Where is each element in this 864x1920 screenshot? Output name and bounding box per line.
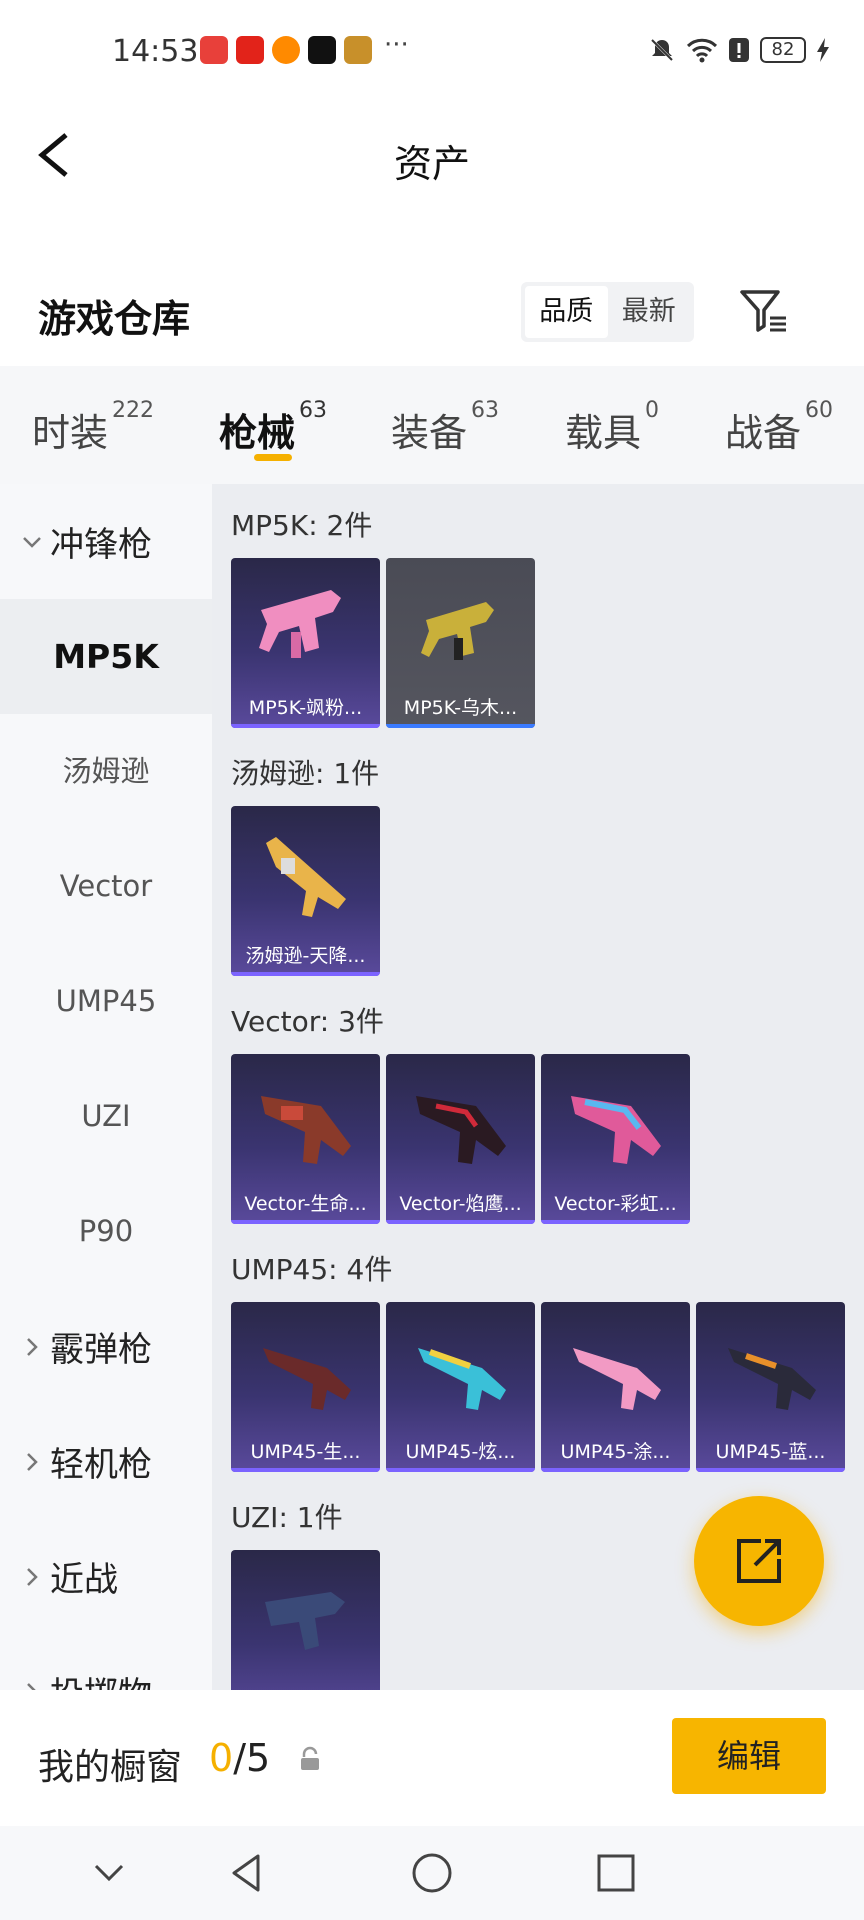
battery-icon: 82 — [760, 37, 806, 63]
chevron-right-icon — [27, 1337, 38, 1356]
more-notifications: ··· — [384, 30, 409, 60]
chevron-right-icon — [27, 1682, 37, 1690]
group-title-uzi: UZI: 1件 — [231, 1501, 343, 1534]
group-title-ump45: UMP45: 4件 — [231, 1253, 393, 1286]
showcase-count: 0/5 — [209, 1736, 271, 1780]
item-card[interactable]: UMP45-涂... — [541, 1302, 690, 1472]
tab-supplies[interactable]: 战备60 — [725, 398, 833, 457]
category-tabs: 时装222 枪械63 装备63 载具0 战备60 — [0, 366, 864, 484]
item-card[interactable]: Vector-生命... — [231, 1054, 380, 1224]
smg-skin-icon — [265, 1592, 345, 1650]
smg-skin-icon — [266, 837, 346, 917]
filter-icon[interactable] — [736, 284, 790, 338]
item-card[interactable] — [231, 1550, 380, 1690]
active-tab-indicator — [254, 454, 292, 461]
mute-icon — [650, 38, 674, 62]
smg-skin-icon — [573, 1348, 661, 1410]
sort-newest-button[interactable]: 最新 — [608, 286, 691, 338]
recents-square-icon[interactable] — [591, 1848, 641, 1898]
home-circle-icon[interactable] — [407, 1848, 457, 1898]
sidebar-item-ump45[interactable]: UMP45 — [0, 944, 212, 1059]
status-bar: 14:53 ··· 82 — [0, 0, 864, 105]
charging-icon — [817, 38, 829, 62]
sidebar-category-throwables[interactable]: 投掷物 — [0, 1634, 212, 1690]
huawei-app-icon — [200, 36, 228, 64]
wifi-icon — [686, 38, 718, 63]
smg-skin-icon — [261, 1096, 351, 1164]
page-title: 资产 — [393, 142, 470, 186]
smg-skin-icon — [418, 1348, 506, 1410]
warehouse-title: 游戏仓库 — [38, 297, 191, 341]
warehouse-header: 游戏仓库 品质 最新 — [0, 262, 864, 362]
sidebar-item-uzi[interactable]: UZI — [0, 1059, 212, 1174]
sidebar-item-thompson[interactable]: 汤姆逊 — [0, 714, 212, 829]
group-title-vector: Vector: 3件 — [231, 1005, 384, 1038]
tab-vehicles[interactable]: 载具0 — [565, 398, 659, 457]
status-time: 14:53 — [112, 34, 199, 69]
game-app-icon — [344, 36, 372, 64]
sort-quality-button[interactable]: 品质 — [525, 286, 608, 338]
alert-icon — [729, 38, 749, 62]
netease-music-icon — [236, 36, 264, 64]
sort-toggle: 品质 最新 — [521, 282, 694, 342]
group-title-thompson: 汤姆逊: 1件 — [231, 757, 380, 790]
group-title-mp5k: MP5K: 2件 — [231, 509, 373, 542]
sidebar-item-mp5k[interactable]: MP5K — [0, 599, 212, 714]
lock-icon — [301, 1746, 319, 1770]
tab-outfits[interactable]: 时装222 — [32, 398, 154, 457]
title-bar: 资产 — [0, 105, 864, 205]
sidebar-category-lmg[interactable]: 轻机枪 — [0, 1404, 212, 1519]
edit-button[interactable]: 编辑 — [672, 1718, 826, 1794]
item-card[interactable]: MP5K-飒粉... — [231, 558, 380, 728]
chevron-down-icon — [23, 536, 41, 548]
showcase-label: 我的橱窗 — [38, 1747, 183, 1788]
item-card[interactable]: Vector-彩虹... — [541, 1054, 690, 1224]
item-card[interactable]: UMP45-炫... — [386, 1302, 535, 1472]
chevron-right-icon — [27, 1567, 38, 1586]
smg-skin-icon — [421, 602, 494, 660]
smg-skin-icon — [259, 590, 341, 658]
showcase-bar: 我的橱窗 0/5 编辑 — [0, 1690, 864, 1826]
item-card[interactable]: UMP45-蓝... — [696, 1302, 845, 1472]
item-card[interactable]: 汤姆逊-天降... — [231, 806, 380, 976]
share-button[interactable] — [694, 1496, 824, 1626]
tab-equipment[interactable]: 装备63 — [391, 398, 499, 457]
chevron-right-icon — [27, 1452, 38, 1471]
sidebar: 冲锋枪 MP5K 汤姆逊 Vector UMP45 UZI P90 霰弹枪 轻机… — [0, 484, 212, 1690]
tiktok-icon — [308, 36, 336, 64]
system-nav-bar — [0, 1826, 864, 1920]
chevron-down-icon[interactable] — [84, 1848, 134, 1898]
smg-skin-icon — [571, 1096, 661, 1164]
smg-skin-icon — [416, 1096, 506, 1164]
sidebar-item-p90[interactable]: P90 — [0, 1174, 212, 1289]
item-card[interactable]: MP5K-乌木... — [386, 558, 535, 728]
sidebar-category-melee[interactable]: 近战 — [0, 1519, 212, 1634]
sidebar-category-shotgun[interactable]: 霰弹枪 — [0, 1289, 212, 1404]
item-card[interactable]: Vector-焰鹰... — [386, 1054, 535, 1224]
sidebar-category-smg[interactable]: 冲锋枪 — [0, 484, 212, 599]
smg-skin-icon — [263, 1348, 351, 1410]
item-card[interactable]: UMP45-生... — [231, 1302, 380, 1472]
share-icon — [737, 1539, 781, 1583]
tab-firearms[interactable]: 枪械63 — [219, 398, 327, 457]
taobao-icon — [272, 36, 300, 64]
smg-skin-icon — [728, 1348, 816, 1410]
sidebar-item-vector[interactable]: Vector — [0, 829, 212, 944]
back-triangle-icon[interactable] — [222, 1848, 272, 1898]
